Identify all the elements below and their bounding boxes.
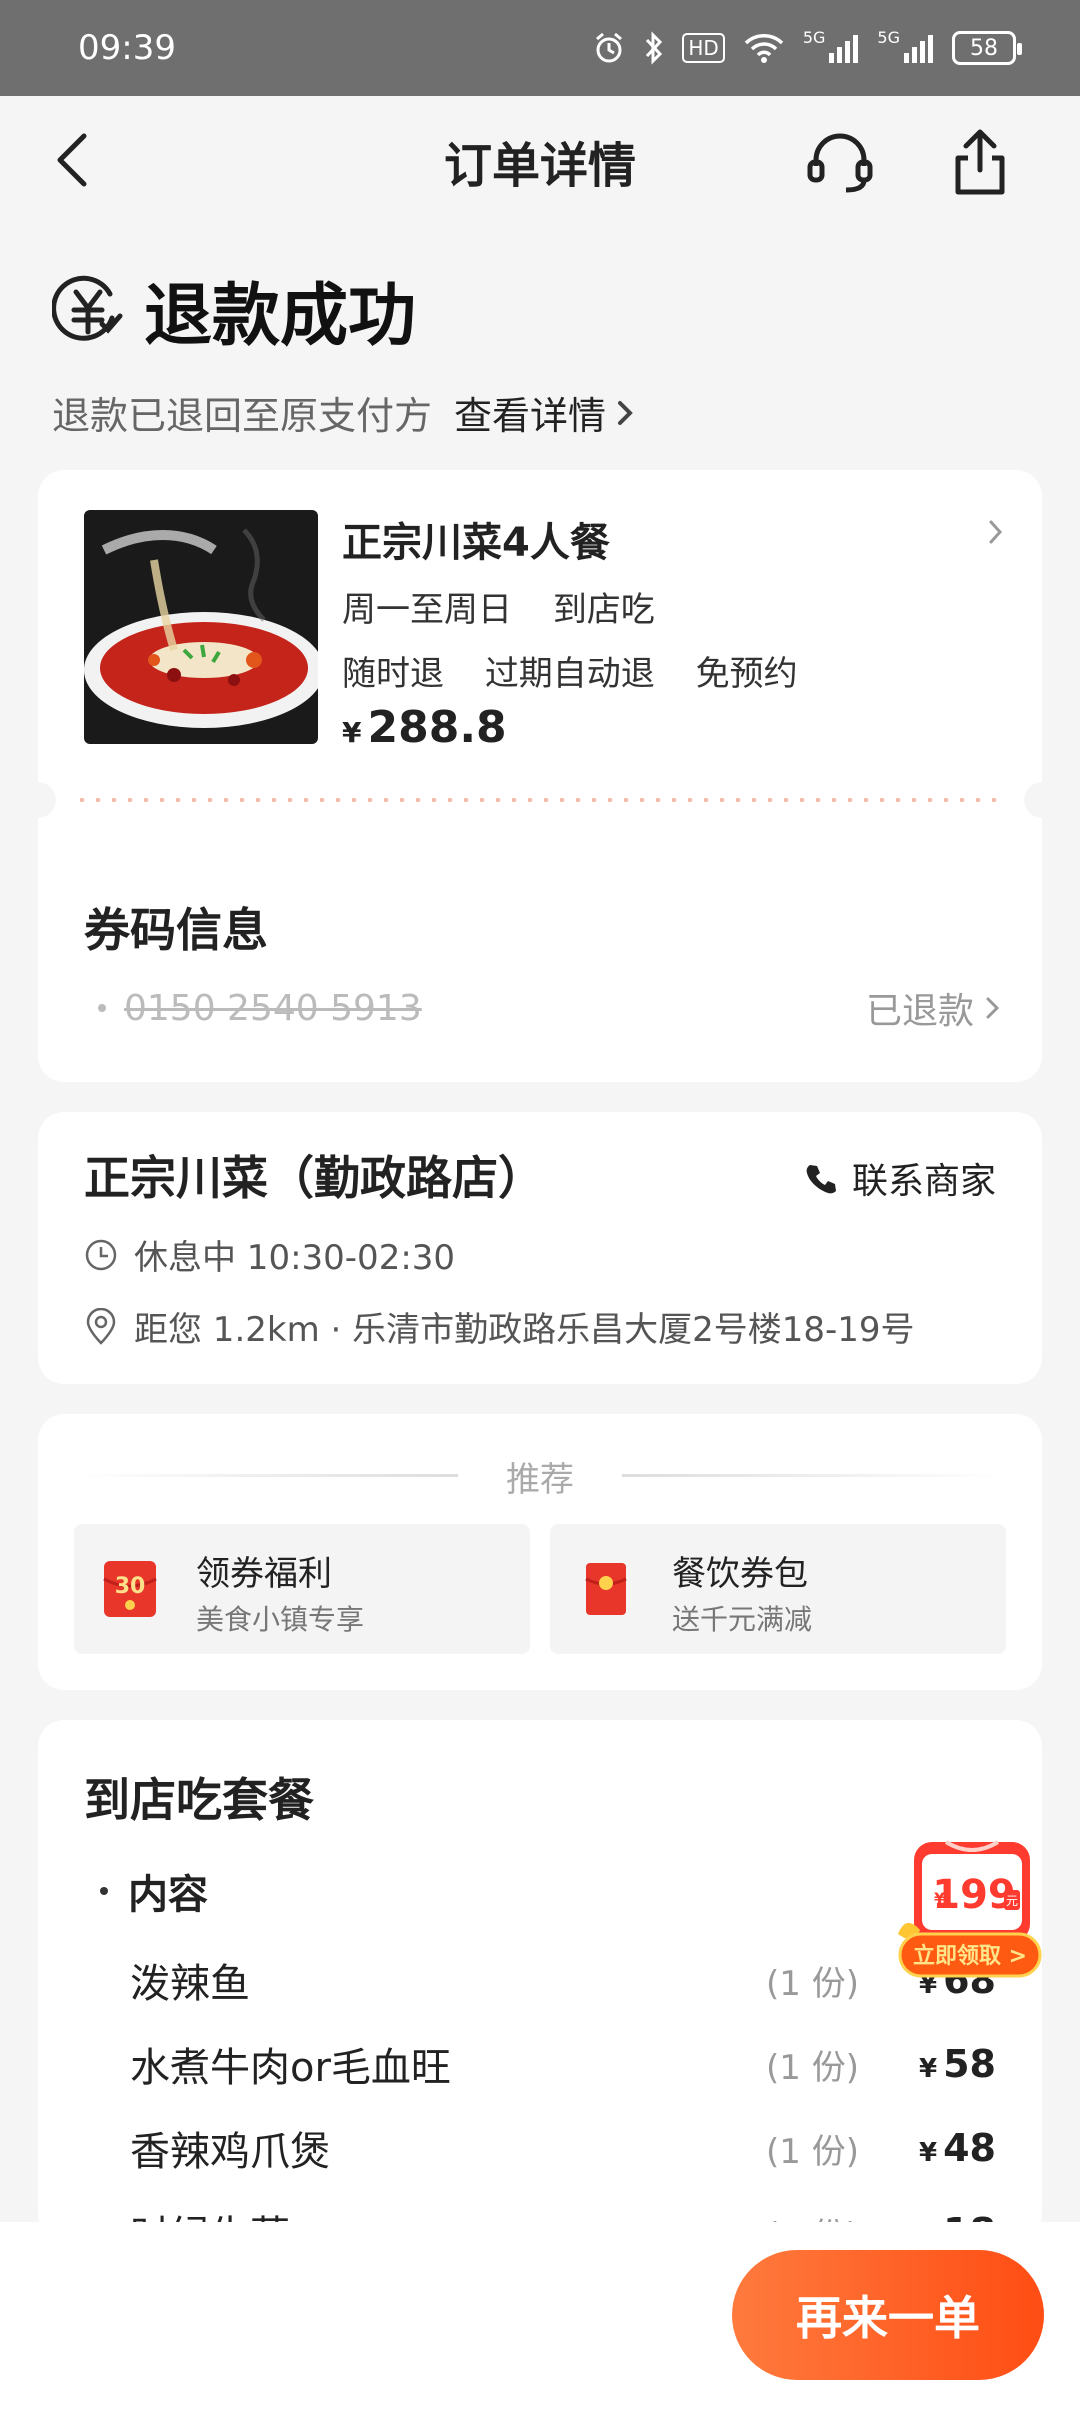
shop-address[interactable]: 距您 1.2km · 乐清市勤政路乐昌大厦2号楼18-19号 xyxy=(84,1302,915,1351)
voucher-status-label: 已退款 xyxy=(865,991,974,1032)
redpacket-icon xyxy=(578,1559,634,1619)
chevron-right-icon[interactable] xyxy=(988,518,1004,550)
bullet xyxy=(100,1887,108,1895)
refund-status-section: 退款成功 退款已退回至原支付方 查看详情 xyxy=(51,260,1032,440)
voucher-code-row[interactable]: 0150 2540 5913 已退款 xyxy=(84,982,1004,1034)
recommend-item-subtitle: 美食小镇专享 xyxy=(196,1603,365,1636)
package-section-label: 内容 xyxy=(128,1872,208,1918)
recommend-item-coupon[interactable]: 30 领券福利 美食小镇专享 xyxy=(74,1524,530,1654)
policy-item: 免预约 xyxy=(695,654,798,694)
policy-item: 过期自动退 xyxy=(484,654,655,694)
contact-merchant-label: 联系商家 xyxy=(851,1161,996,1202)
recommend-card: 推荐 30 领券福利 美食小镇专享 餐饮券包 送千元满减 xyxy=(38,1414,1042,1690)
recommend-item-subtitle: 送千元满减 xyxy=(672,1603,813,1636)
product-card: 正宗川菜4人餐 周一至周日 到店吃 随时退 过期自动退 免预约 ¥288.8 券… xyxy=(20,470,1060,1082)
availability-days: 周一至周日 xyxy=(342,590,512,630)
package-item-name: 水煮牛肉or毛血旺 xyxy=(130,2045,451,2091)
dotted-divider xyxy=(74,798,1006,802)
chevron-right-icon xyxy=(618,400,633,425)
recommend-item-title: 餐饮券包 xyxy=(672,1554,808,1594)
view-details-label: 查看详情 xyxy=(454,394,607,438)
product-image[interactable] xyxy=(84,510,318,744)
share-icon[interactable] xyxy=(950,126,1010,198)
availability-mode: 到店吃 xyxy=(552,590,655,630)
package-item-name: 泼辣鱼 xyxy=(130,1961,250,2007)
reorder-button[interactable]: 再来一单 xyxy=(732,2250,1044,2380)
package-card: 到店吃套餐 内容 泼辣鱼 (1 份) ¥68 水煮牛肉or毛血旺 (1 份) ¥… xyxy=(38,1720,1042,2259)
voucher-code: 0150 2540 5913 xyxy=(124,987,422,1029)
product-policies: 随时退 过期自动退 免预约 xyxy=(342,646,828,695)
policy-item: 随时退 xyxy=(342,654,444,694)
shop-hours: 休息中 10:30-02:30 xyxy=(84,1230,455,1279)
coupon-redpacket-icon: 30 xyxy=(102,1559,158,1619)
price-value: 48 xyxy=(943,2126,996,2170)
product-name[interactable]: 正宗川菜4人餐 xyxy=(342,510,610,568)
nav-bar: 订单详情 xyxy=(0,96,1080,226)
back-arrow-icon[interactable] xyxy=(46,130,106,190)
promo-cta: 立即领取 > xyxy=(913,1943,1027,1969)
status-time: 09:39 xyxy=(78,28,176,68)
package-item-price: ¥58 xyxy=(896,2042,996,2086)
bullet xyxy=(98,1004,106,1012)
package-item: 香辣鸡爪煲 (1 份) ¥48 xyxy=(130,2118,996,2178)
product-price: ¥288.8 xyxy=(342,702,507,753)
coupon-icon-text: 30 xyxy=(115,1574,146,1599)
package-title: 到店吃套餐 xyxy=(84,1773,314,1827)
package-item-qty: (1 份) xyxy=(766,2047,859,2088)
view-details-link[interactable]: 查看详情 xyxy=(454,385,634,440)
signal-5g-icon-2: 5G xyxy=(877,28,934,68)
recommend-item-voucher-pack[interactable]: 餐饮券包 送千元满减 xyxy=(550,1524,1006,1654)
promo-amount: 199 xyxy=(932,1872,1016,1918)
wifi-icon xyxy=(743,28,785,68)
yen-check-icon xyxy=(51,272,124,348)
battery-icon: 58 xyxy=(952,31,1022,65)
package-item-qty: (1 份) xyxy=(766,1963,859,2004)
clock-icon xyxy=(85,1239,117,1270)
package-item-qty: (1 份) xyxy=(766,2131,859,2172)
product-availability: 周一至周日 到店吃 xyxy=(342,582,685,631)
hd-icon: HD xyxy=(682,33,725,63)
phone-icon xyxy=(806,1165,836,1194)
contact-merchant-button[interactable]: 联系商家 xyxy=(804,1152,996,1204)
status-bar: 09:39 HD 5G 5G 58 xyxy=(0,0,1080,96)
price-value: 58 xyxy=(943,2042,996,2086)
signal-5g-icon: 5G xyxy=(803,28,860,68)
promo-unit: 元 xyxy=(1006,1894,1018,1908)
alarm-icon xyxy=(592,28,626,68)
ticket-notch xyxy=(1024,782,1060,818)
voucher-section-title: 券码信息 xyxy=(84,903,268,957)
refund-subtitle: 退款已退回至原支付方 xyxy=(52,394,433,438)
shop-name[interactable]: 正宗川菜（勤政路店） xyxy=(84,1142,544,1208)
price-value: 288.8 xyxy=(367,702,507,753)
package-section-title: 内容 xyxy=(100,1862,208,1920)
voucher-status[interactable]: 已退款 xyxy=(866,982,1004,1034)
currency-symbol: ¥ xyxy=(919,2054,938,2084)
chevron-right-icon xyxy=(986,997,1000,1019)
package-item-name: 香辣鸡爪煲 xyxy=(130,2129,330,2175)
shop-card: 正宗川菜（勤政路店） 联系商家 休息中 10:30-02:30 距您 1.2km… xyxy=(38,1112,1042,1384)
shop-hours-text: 休息中 10:30-02:30 xyxy=(134,1238,456,1278)
status-icons: HD 5G 5G 58 xyxy=(592,28,1022,68)
package-item-price: ¥48 xyxy=(896,2126,996,2170)
customer-service-icon[interactable] xyxy=(804,126,876,198)
refund-title: 退款成功 xyxy=(144,277,417,356)
package-item: 泼辣鱼 (1 份) ¥68 xyxy=(130,1950,996,2010)
currency-symbol: ¥ xyxy=(342,716,362,749)
ticket-notch xyxy=(20,782,56,818)
recommend-item-title: 领券福利 xyxy=(196,1554,332,1594)
bottom-action-bar: 再来一单 xyxy=(0,2222,1080,2412)
page-title: 订单详情 xyxy=(443,138,636,194)
bluetooth-icon xyxy=(644,28,664,68)
divider xyxy=(622,1474,1006,1477)
location-pin-icon xyxy=(86,1307,116,1345)
shop-address-text: 距您 1.2km · 乐清市勤政路乐昌大厦2号楼18-19号 xyxy=(134,1310,915,1350)
currency-symbol: ¥ xyxy=(919,2138,938,2168)
promo-badge[interactable]: ¥ 199 元 立即领取 > xyxy=(894,1838,1044,1986)
package-item: 水煮牛肉or毛血旺 (1 份) ¥58 xyxy=(130,2034,996,2094)
